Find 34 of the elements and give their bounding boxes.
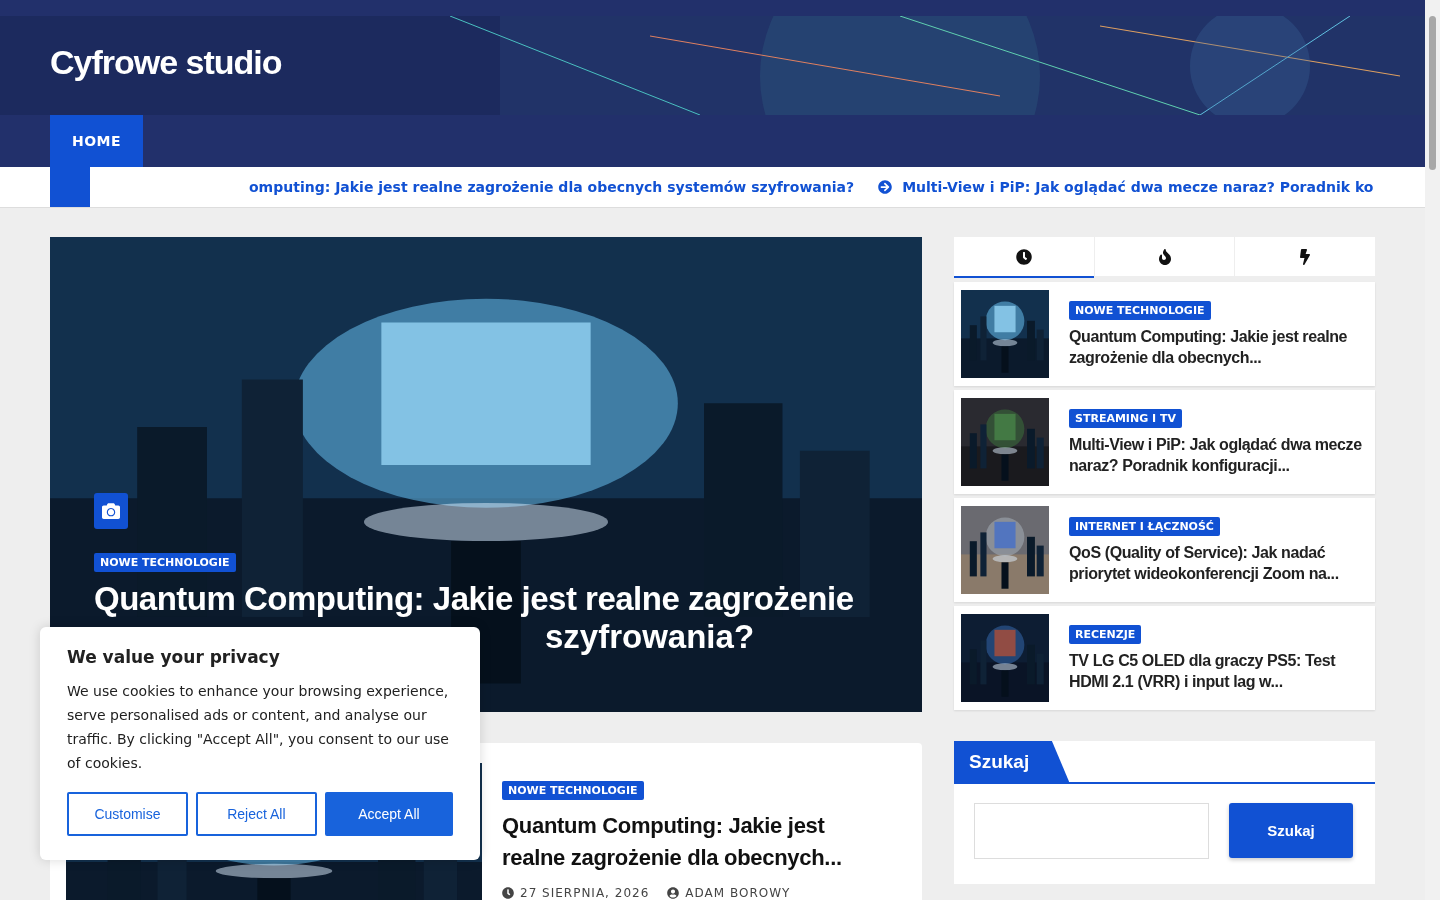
post-title[interactable]: Quantum Computing: Jakie jest realne zagrożenie dla obecnych...	[502, 810, 882, 874]
hero-title[interactable]: szyfrowania?	[545, 618, 755, 656]
category-tag[interactable]: NOWE TECHNOLOGIE	[94, 553, 236, 572]
clock-icon	[1015, 248, 1032, 265]
category-tag[interactable]: STREAMING I TV	[1069, 408, 1182, 428]
cookie-button[interactable]: Customise	[67, 792, 188, 836]
post-title[interactable]: QoS (Quality of Service): Jak nadać priorytet wideokonferencji Zoom na...	[1069, 541, 1368, 584]
hero-title[interactable]: Quantum Computing: Jakie jest realne zagrożenie	[94, 580, 854, 618]
ticker-marker	[50, 167, 90, 207]
widget-title: Szukaj	[954, 741, 1070, 782]
post-title[interactable]: Quantum Computing: Jakie jest realne zagrożenie dla obecnych...	[1069, 325, 1368, 368]
post-author[interactable]: ADAM BOROWY	[667, 886, 791, 900]
category-tag[interactable]: NOWE TECHNOLOGIE	[502, 781, 644, 800]
clock-icon	[502, 887, 514, 899]
dialog-text: We use cookies to enhance your browsing experience, serve personalised ads or content, and analyse our traffic. By clicking "Accept All", you consent to our use of cookies.	[67, 682, 450, 773]
post-title[interactable]: Multi-View i PiP: Jak oglądać dwa mecze naraz? Poradnik konfiguracji...	[1069, 433, 1368, 476]
flame-icon	[1156, 248, 1173, 265]
ticker-link[interactable]: Multi-View i PiP: Jak oglądać dwa mecze naraz? Poradnik ko	[878, 179, 1374, 195]
category-tag[interactable]: RECENZJE	[1069, 624, 1142, 644]
nav-link[interactable]: HOME	[50, 115, 144, 167]
ticker-link[interactable]: omputing: Jakie jest realne zagrożenie dla obecnych systemów szyfrowania?	[249, 179, 855, 195]
sidebar-tab[interactable]	[954, 237, 1094, 278]
cookie-button[interactable]: Accept All	[324, 792, 453, 836]
category-tag[interactable]: NOWE TECHNOLOGIE	[1069, 300, 1211, 320]
post-date: 27 SIERPNIA, 2026	[502, 886, 650, 900]
cookie-button[interactable]: Reject All	[195, 792, 317, 836]
post-title[interactable]: TV LG C5 OLED dla graczy PS5: Test HDMI 2.1 (VRR) i input lag w...	[1069, 649, 1368, 692]
site-title[interactable]: Cyfrowe studio	[50, 43, 282, 88]
camera-icon	[94, 493, 128, 529]
category-tag[interactable]: INTERNET I ŁĄCZNOŚĆ	[1069, 516, 1220, 536]
search-button[interactable]: Szukaj	[1229, 803, 1353, 858]
search-field[interactable]	[974, 803, 1209, 859]
dialog-title: We value your privacy	[67, 647, 281, 667]
user-icon	[667, 887, 680, 899]
